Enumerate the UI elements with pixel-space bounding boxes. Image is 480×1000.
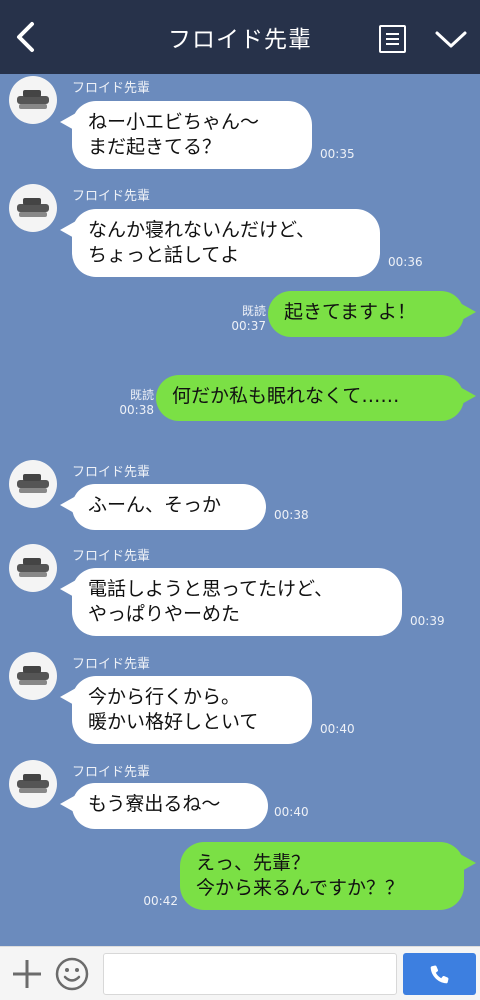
message-bubble[interactable]: 電話しようと思ってたけど、 やっぱりやーめた bbox=[60, 568, 402, 636]
sender-name: フロイド先輩 bbox=[72, 765, 151, 780]
message-time: 00:40 bbox=[274, 805, 309, 819]
message-bubble[interactable]: ねー小エビちゃん〜 まだ起きてる？ bbox=[60, 101, 312, 169]
avatar[interactable] bbox=[9, 760, 57, 808]
message-time: 00:39 bbox=[410, 614, 445, 628]
message-time: 00:37 bbox=[231, 319, 266, 333]
avatar[interactable] bbox=[9, 76, 57, 124]
message-bubble[interactable]: 今から行くから。 暖かい格好しといて bbox=[60, 676, 312, 744]
avatar[interactable] bbox=[9, 544, 57, 592]
chat-header: フロイド先輩 bbox=[0, 0, 480, 74]
message-time: 00:42 bbox=[143, 894, 178, 908]
chevron-down-icon[interactable] bbox=[434, 27, 468, 51]
message-bubble[interactable]: えっ、先輩？ 今から来るんですか？？ bbox=[180, 842, 476, 910]
sender-name: フロイド先輩 bbox=[72, 657, 151, 672]
sender-name: フロイド先輩 bbox=[72, 81, 151, 96]
message-list[interactable]: フロイド先輩 ねー小エビちゃん〜 まだ起きてる？ 00:35 フロイド先輩 なん… bbox=[0, 74, 480, 946]
list-icon[interactable] bbox=[379, 25, 406, 53]
call-button[interactable] bbox=[403, 953, 476, 995]
message-bubble[interactable]: なんか寝れないんだけど、 ちょっと話してよ bbox=[60, 209, 380, 277]
avatar[interactable] bbox=[9, 184, 57, 232]
message-meta: 00:42 bbox=[132, 894, 178, 909]
message-bubble[interactable]: 起きてますよ！ bbox=[268, 291, 476, 337]
read-receipt: 既読 bbox=[129, 388, 154, 402]
phone-icon bbox=[430, 965, 449, 984]
message-bubble[interactable]: 何だか私も眠れなくて…… bbox=[156, 375, 476, 421]
message-time: 00:38 bbox=[274, 508, 309, 522]
message-bubble[interactable]: もう寮出るね〜 bbox=[60, 783, 268, 829]
message-composer bbox=[0, 946, 480, 1000]
message-meta: 既読 00:37 bbox=[220, 304, 266, 334]
avatar[interactable] bbox=[9, 460, 57, 508]
sender-name: フロイド先輩 bbox=[72, 549, 151, 564]
message-time: 00:36 bbox=[388, 255, 423, 269]
plus-icon[interactable] bbox=[10, 957, 44, 991]
read-receipt: 既読 bbox=[241, 304, 266, 318]
message-meta: 既読 00:38 bbox=[108, 388, 154, 418]
smiley-icon[interactable] bbox=[55, 957, 89, 991]
message-time: 00:38 bbox=[119, 403, 154, 417]
sender-name: フロイド先輩 bbox=[72, 465, 151, 480]
avatar[interactable] bbox=[9, 652, 57, 700]
message-input[interactable] bbox=[103, 953, 397, 995]
message-bubble[interactable]: ふーん、そっか bbox=[60, 484, 266, 530]
message-time: 00:40 bbox=[320, 722, 355, 736]
message-time: 00:35 bbox=[320, 147, 355, 161]
chat-title: フロイド先輩 bbox=[168, 27, 312, 53]
sender-name: フロイド先輩 bbox=[72, 189, 151, 204]
